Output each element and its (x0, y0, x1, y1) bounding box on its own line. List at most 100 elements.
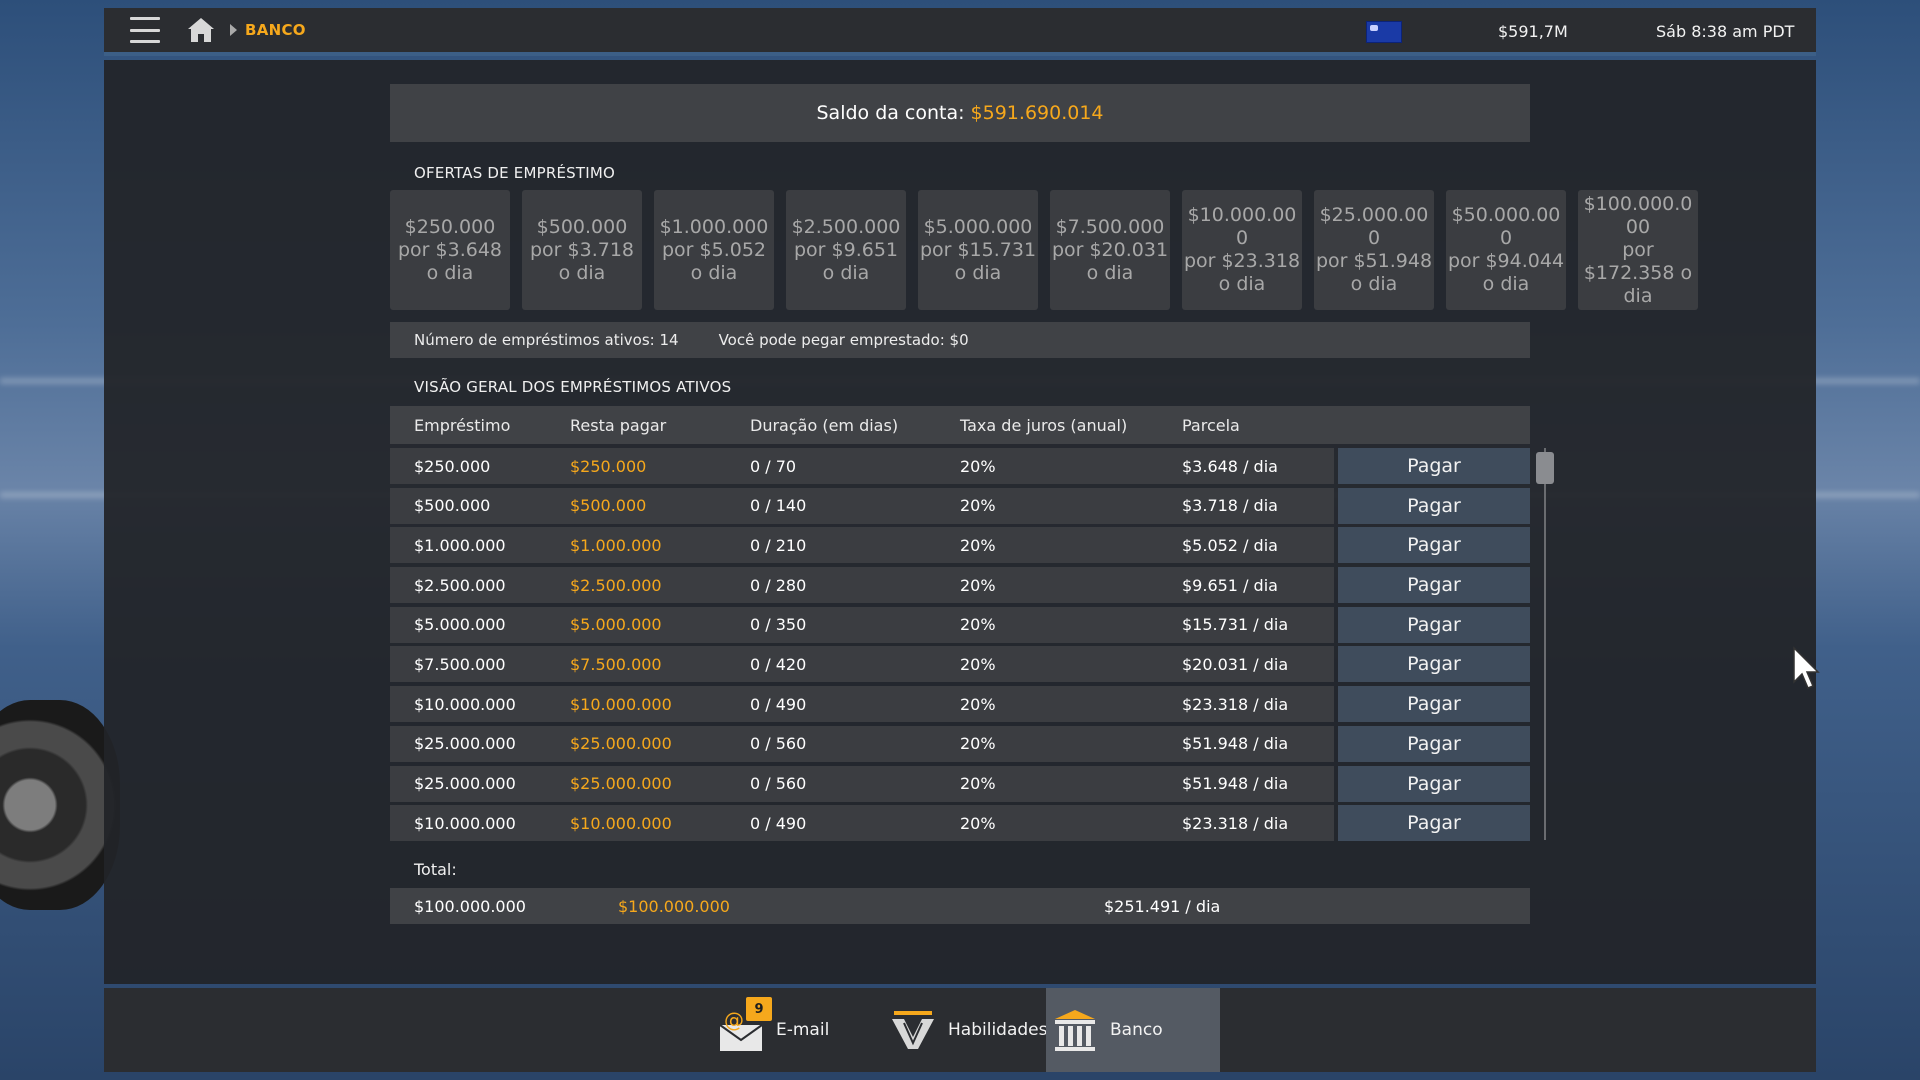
loan-amount: $1.000.000 (414, 535, 506, 555)
pay-button[interactable]: Pagar (1338, 646, 1530, 683)
bank-panel: Saldo da conta: $591.690.014 OFERTAS DE … (104, 60, 1816, 984)
email-badge: 9 (746, 997, 772, 1021)
installment: $23.318 / dia (1182, 813, 1289, 833)
breadcrumb[interactable]: BANCO (245, 21, 306, 39)
loan-amount: $5.000.000 (414, 615, 506, 635)
loan-duration: 0 / 350 (750, 615, 807, 635)
loan-offers: $250.000 por $3.648 o dia $500.000 por $3.… (390, 190, 1698, 310)
pay-button[interactable]: Pagar (1338, 567, 1530, 604)
offer-amount: $5.000.000 (923, 215, 1033, 238)
remaining-amount: $25.000.000 (570, 774, 672, 793)
offer-daily: por $9.651 o dia (793, 238, 899, 284)
home-icon[interactable] (186, 16, 216, 44)
column-header-remaining: Resta pagar (570, 415, 667, 435)
loans-table-header: Empréstimo Resta pagar Duração (em dias)… (390, 406, 1530, 444)
interest-rate: 20% (960, 813, 996, 833)
total-bar: $100.000.000 $100.000.000 $251.491 / dia (390, 888, 1530, 924)
loan-duration: 0 / 210 (750, 535, 807, 555)
pay-button[interactable]: Pagar (1338, 527, 1530, 564)
pay-button[interactable]: Pagar (1338, 606, 1530, 643)
offer-amount: $25.000.000 (1319, 204, 1429, 249)
bank-icon (1052, 1007, 1098, 1053)
offer-daily: por $3.718 o dia (529, 238, 635, 284)
pay-button[interactable]: Pagar (1338, 448, 1530, 484)
loan-offer[interactable]: $250.000 por $3.648 o dia (390, 190, 510, 310)
loan-duration: 0 / 560 (750, 774, 807, 793)
offer-amount: $100.000.000 (1583, 192, 1693, 238)
tab-skills[interactable]: Habilidades (884, 988, 1048, 1072)
loan-amount: $25.000.000 (414, 774, 516, 793)
table-row: $10.000.000 $10.000.000 0 / 490 20% $23.… (390, 686, 1530, 723)
installment: $3.648 / dia (1182, 456, 1278, 476)
loan-offer[interactable]: $500.000 por $3.718 o dia (522, 190, 642, 310)
loan-offer[interactable]: $5.000.000 por $15.731 o dia (918, 190, 1038, 310)
loan-duration: 0 / 140 (750, 496, 807, 516)
pay-button[interactable]: Pagar (1338, 686, 1530, 723)
table-row: $10.000.000 $10.000.000 0 / 490 20% $23.… (390, 805, 1530, 842)
loans-table: $250.000 $250.000 0 / 70 20% $3.648 / di… (390, 448, 1530, 845)
hamburger-menu-icon[interactable] (130, 17, 160, 43)
remaining-amount: $7.500.000 (570, 654, 662, 674)
installment: $20.031 / dia (1182, 654, 1289, 674)
loan-offer[interactable]: $2.500.000 por $9.651 o dia (786, 190, 906, 310)
loan-info-bar: Número de empréstimos ativos: 14 Você po… (390, 322, 1530, 358)
column-header-rate: Taxa de juros (anual) (960, 415, 1128, 435)
offer-daily: por $3.648 o dia (397, 238, 503, 284)
total-label: Total: (414, 860, 457, 879)
tab-email-label: E-mail (776, 1020, 830, 1040)
loan-duration: 0 / 280 (750, 575, 807, 595)
money-display: $591,7M (1498, 22, 1568, 41)
total-remaining: $100.000.000 (618, 896, 730, 916)
loan-duration: 0 / 70 (750, 456, 797, 476)
table-row: $7.500.000 $7.500.000 0 / 420 20% $20.03… (390, 646, 1530, 683)
loan-amount: $10.000.000 (414, 813, 516, 833)
tab-email[interactable]: @ 9 E-mail (712, 988, 882, 1072)
pay-button[interactable]: Pagar (1338, 765, 1530, 802)
loan-duration: 0 / 490 (750, 813, 807, 833)
table-row: $25.000.000 $25.000.000 0 / 560 20% $51.… (390, 725, 1530, 762)
interest-rate: 20% (960, 575, 996, 595)
breadcrumb-arrow-icon (230, 24, 237, 36)
pay-button[interactable]: Pagar (1338, 487, 1530, 524)
table-row: $5.000.000 $5.000.000 0 / 350 20% $15.73… (390, 606, 1530, 643)
loan-offer[interactable]: $100.000.000 por $172.358 o dia (1578, 190, 1698, 310)
loan-offer[interactable]: $1.000.000 por $5.052 o dia (654, 190, 774, 310)
remaining-amount: $500.000 (570, 496, 647, 516)
loan-offer[interactable]: $50.000.000 por $94.044 o dia (1446, 190, 1566, 310)
offer-amount: $250.000 (404, 215, 496, 238)
pay-button[interactable]: Pagar (1338, 805, 1530, 842)
installment: $51.948 / dia (1182, 734, 1289, 754)
offer-daily: por $94.044 o dia (1447, 250, 1565, 295)
total-installment: $251.491 / dia (1104, 896, 1221, 916)
account-balance: Saldo da conta: $591.690.014 (390, 84, 1530, 142)
tab-skills-label: Habilidades (948, 1020, 1048, 1040)
game-time: Sáb 8:38 am PDT (1656, 22, 1795, 41)
loan-offer[interactable]: $7.500.000 por $20.031 o dia (1050, 190, 1170, 310)
loan-duration: 0 / 560 (750, 734, 807, 754)
offer-daily: por $15.731 o dia (919, 238, 1037, 284)
offer-amount: $7.500.000 (1055, 215, 1165, 238)
balance-value: $591.690.014 (970, 102, 1104, 124)
scrollbar-track[interactable] (1544, 448, 1546, 840)
offer-daily: por $51.948 o dia (1315, 250, 1433, 295)
scrollbar-thumb[interactable] (1536, 452, 1554, 484)
loan-offer[interactable]: $10.000.000 por $23.318 o dia (1182, 190, 1302, 310)
interest-rate: 20% (960, 535, 996, 555)
flag-icon (1366, 21, 1402, 43)
active-loans-title: VISÃO GERAL DOS EMPRÉSTIMOS ATIVOS (414, 378, 732, 396)
offer-daily: por $23.318 o dia (1183, 250, 1301, 295)
installment: $15.731 / dia (1182, 615, 1289, 635)
table-row: $1.000.000 $1.000.000 0 / 210 20% $5.052… (390, 527, 1530, 564)
interest-rate: 20% (960, 774, 996, 793)
top-bar: BANCO $591,7M Sáb 8:38 am PDT (104, 8, 1816, 56)
installment: $3.718 / dia (1182, 496, 1278, 516)
loan-duration: 0 / 490 (750, 694, 807, 714)
loan-offer[interactable]: $25.000.000 por $51.948 o dia (1314, 190, 1434, 310)
tab-bank[interactable]: Banco (1046, 988, 1220, 1072)
borrow-limit: Você pode pegar emprestado: $0 (718, 331, 969, 349)
pay-button[interactable]: Pagar (1338, 725, 1530, 762)
table-row: $250.000 $250.000 0 / 70 20% $3.648 / di… (390, 448, 1530, 484)
remaining-amount: $10.000.000 (570, 694, 672, 714)
background-wheel (0, 700, 120, 910)
offer-amount: $50.000.000 (1451, 204, 1561, 249)
